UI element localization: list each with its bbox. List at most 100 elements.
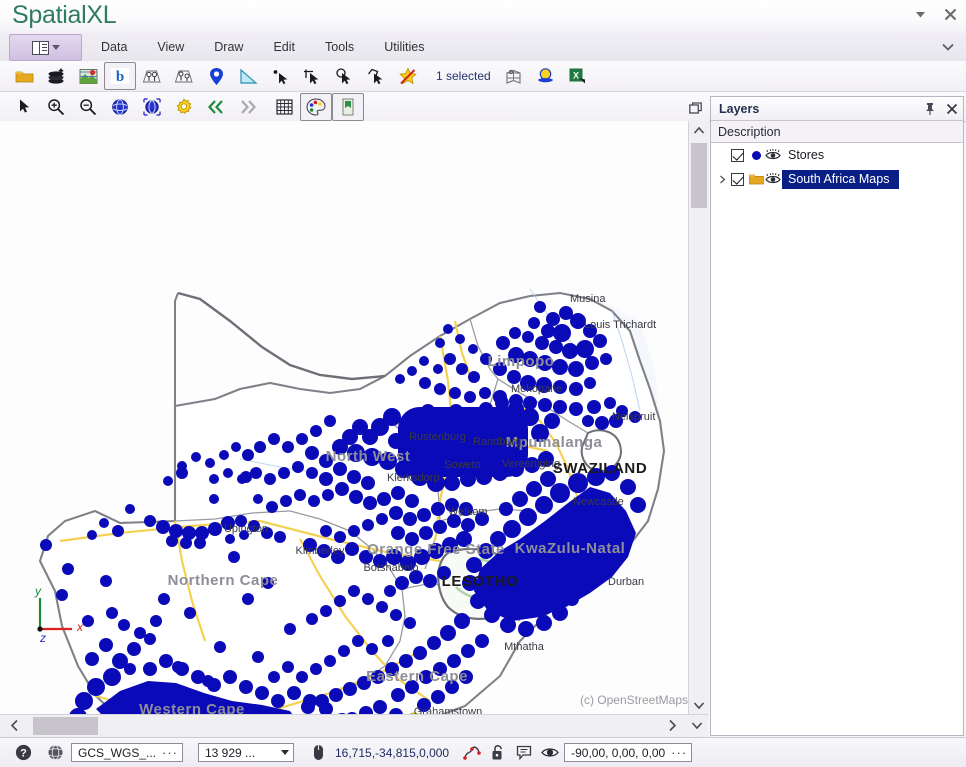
axis-z-label: z [40,631,46,645]
coordinates-value: 16,715,-34,815,0,000 [331,746,453,760]
legend-icon[interactable] [332,93,364,121]
pointer-icon[interactable] [8,93,40,121]
layer-visibility-checkbox[interactable] [731,149,744,162]
menu-tools[interactable]: Tools [310,33,369,61]
pin-pair-icon[interactable] [136,62,168,90]
menu-draw[interactable]: Draw [199,33,258,61]
coordinate-system-ellipsis[interactable]: ··· [162,748,178,758]
map-horizontal-scrollbar[interactable] [0,714,708,737]
zoom-in-icon[interactable] [40,93,72,121]
scale-field[interactable]: 13 929 ... [198,743,294,762]
svg-text:X: X [573,71,579,81]
layer-row-stores[interactable]: Stores [711,143,963,167]
collapse-ribbon-icon[interactable] [938,38,958,56]
previous-extent-icon[interactable] [200,93,232,121]
globe-marker-icon[interactable] [530,62,562,90]
scroll-up-icon[interactable] [689,121,709,139]
palette-icon[interactable] [300,93,332,121]
pin-pair-alt-icon[interactable] [168,62,200,90]
map-canvas[interactable]: Limpopo Mpumalanga North West Orange Fre… [0,121,690,714]
grid-icon[interactable] [268,93,300,121]
minimize-icon[interactable] [910,4,930,24]
svg-text:?: ? [20,748,27,760]
menu-bar: Data View Draw Edit Tools Utilities [0,33,966,62]
expand-group-icon[interactable] [715,167,729,191]
map-grid-icon[interactable] [498,62,530,90]
bing-maps-icon[interactable]: b [104,62,136,90]
globe-extent-icon[interactable] [136,93,168,121]
layer-name-stores: Stores [782,146,834,165]
select-point-icon[interactable] [264,62,296,90]
menu-data[interactable]: Data [86,33,142,61]
help-icon[interactable]: ? [10,740,36,766]
coordinate-system-value: GCS_WGS_... [78,746,158,760]
osm-credit: (c) OpenStreetMaps [580,693,688,707]
scroll-down-icon[interactable] [689,696,709,714]
map-image-icon[interactable] [72,62,104,90]
svg-text:Western Cape: Western Cape [139,701,245,714]
excel-export-icon[interactable]: X [562,62,594,90]
menu-utilities[interactable]: Utilities [369,33,439,61]
menu-edit[interactable]: Edit [258,33,310,61]
svg-text:Durban: Durban [608,576,644,588]
svg-text:Grahamstown: Grahamstown [414,706,482,714]
snap-polyline-icon[interactable] [459,740,485,766]
menu-view[interactable]: View [142,33,199,61]
settings-gear-icon[interactable] [168,93,200,121]
point-symbol-icon [749,143,764,167]
open-folder-icon[interactable] [8,62,40,90]
scroll-corner-icon[interactable] [686,715,708,736]
map-vertical-scrollbar[interactable] [688,121,709,714]
select-polygon-icon[interactable] [360,62,392,90]
folder-icon [749,167,764,191]
scroll-right-icon[interactable] [662,715,682,736]
select-rect-icon[interactable] [296,62,328,90]
eye-icon[interactable] [537,740,563,766]
scroll-left-icon[interactable] [4,715,24,736]
layers-add-icon[interactable] [40,62,72,90]
pin-icon[interactable] [919,98,941,120]
selected-count-label: 1 selected [424,69,498,83]
zoom-out-icon[interactable] [72,93,104,121]
chevron-down-icon [52,45,60,50]
horizontal-scroll-thumb[interactable] [33,717,98,735]
coordinate-system-field[interactable]: GCS_WGS_... ··· [71,743,183,762]
window-controls [910,4,960,24]
svg-text:Mthatha: Mthatha [504,641,545,653]
measure-triangle-icon[interactable] [232,62,264,90]
svg-text:Louis Trichardt: Louis Trichardt [584,319,656,331]
annotation-icon[interactable] [511,740,537,766]
svg-text:Upington: Upington [224,523,268,535]
close-panel-icon[interactable] [941,98,963,120]
svg-text:Klerksdorp: Klerksdorp [387,472,440,484]
globe-icon[interactable] [104,93,136,121]
rotation-field[interactable]: -90,00, 0,00, 0,00 ··· [564,743,692,762]
chevron-down-icon[interactable] [281,750,289,755]
layers-panel-header: Layers [711,97,963,121]
next-extent-icon[interactable] [232,93,264,121]
layer-visibility-checkbox[interactable] [731,173,744,186]
svg-text:Botshabelo: Botshabelo [363,562,418,574]
restore-pane-icon[interactable] [686,99,706,117]
svg-text:Musina: Musina [570,293,606,305]
close-icon[interactable] [940,4,960,24]
layers-column-header: Description [711,121,963,143]
map-render: Limpopo Mpumalanga North West Orange Fre… [0,121,690,714]
svg-text:Vereeniging: Vereeniging [502,458,560,470]
mouse-icon [305,740,331,766]
select-circle-icon[interactable] [328,62,360,90]
svg-text:Eastern Cape: Eastern Cape [366,668,468,685]
lock-open-icon[interactable] [485,740,511,766]
projection-globe-icon[interactable] [42,740,68,766]
eye-icon[interactable] [764,167,782,191]
layer-list: Stores [711,143,963,735]
clear-selection-icon[interactable] [392,62,424,90]
layer-row-south-africa-maps[interactable]: South Africa Maps [711,167,963,191]
svg-text:KwaZulu-Natal: KwaZulu-Natal [515,540,626,557]
application-menu-button[interactable] [9,34,82,61]
map-viewport[interactable]: Limpopo Mpumalanga North West Orange Fre… [0,121,709,714]
rotation-ellipsis[interactable]: ··· [671,748,687,758]
map-marker-icon[interactable] [200,62,232,90]
vertical-scroll-thumb[interactable] [691,143,707,208]
eye-icon[interactable] [764,143,782,167]
